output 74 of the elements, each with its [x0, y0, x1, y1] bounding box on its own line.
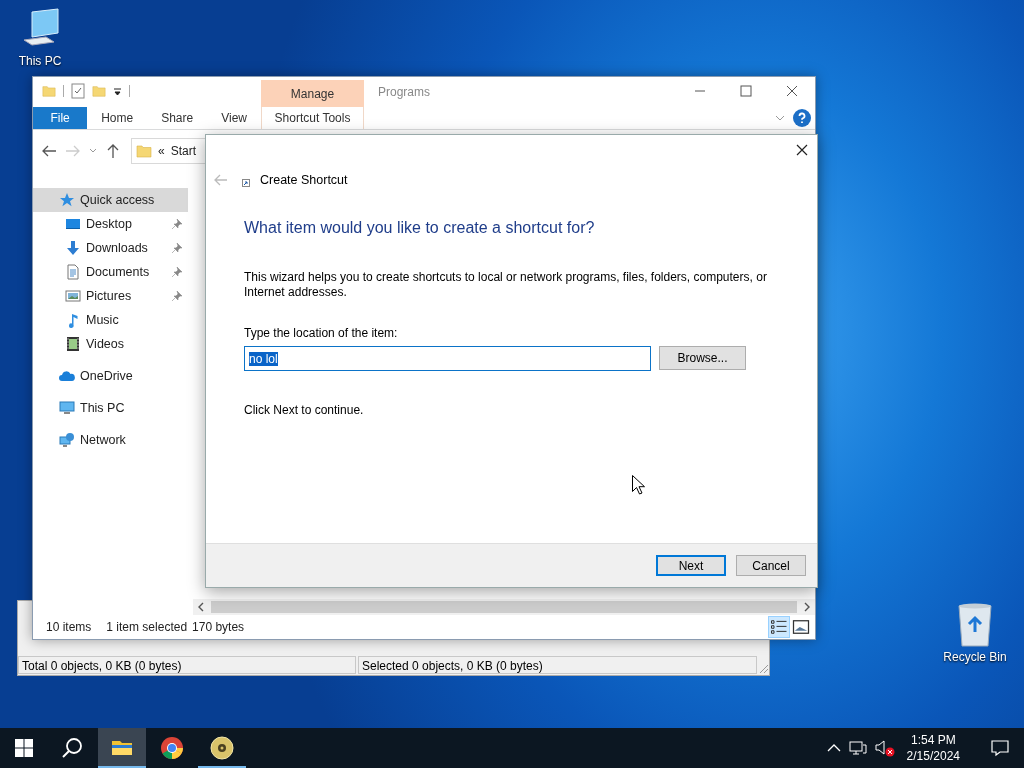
selection-status: 1 item selected: [106, 620, 188, 634]
details-view-icon[interactable]: [769, 617, 789, 637]
dialog-title: Create Shortcut: [260, 173, 348, 187]
search-icon[interactable]: [61, 737, 83, 759]
dialog-heading: What item would you like to create a shortcut for?: [244, 219, 596, 237]
sidebar-item[interactable]: Downloads: [33, 236, 188, 260]
folder-icon: [42, 84, 56, 98]
pin-icon[interactable]: [172, 243, 182, 253]
breadcrumb-overflow[interactable]: «: [158, 144, 165, 158]
sidebar-item[interactable]: Documents: [33, 260, 188, 284]
window-title: Programs: [378, 85, 430, 99]
desktop-icon-label: This PC: [18, 54, 62, 68]
location-field[interactable]: no lol: [244, 346, 651, 371]
ribbon-tab[interactable]: Share: [147, 107, 208, 129]
status-pane: Total 0 objects, 0 KB (0 bytes): [18, 656, 356, 674]
network-icon: [59, 432, 75, 448]
shortcut-arrow-icon: [242, 179, 250, 187]
monitor-icon: [59, 400, 75, 416]
speaker-icon[interactable]: [874, 739, 895, 757]
mouse-pointer-icon: [632, 475, 645, 495]
browser-icon: [160, 736, 184, 760]
sidebar-item[interactable]: Pictures: [33, 284, 188, 308]
up-arrow-icon[interactable]: [105, 143, 121, 159]
star-icon: [59, 192, 75, 208]
taskbar-button[interactable]: [98, 728, 146, 768]
hint-text: Click Next to continue.: [244, 403, 365, 418]
clock-time[interactable]: 1:54 PM: [910, 732, 956, 748]
clock-date[interactable]: 2/15/2024: [906, 748, 960, 764]
description-text: This wizard helps you to create shortcuts to local or network programs, files, folders, computers, or Internet addresses.: [244, 270, 768, 300]
windows-start-icon[interactable]: [15, 739, 33, 757]
sidebar-item[interactable]: Videos: [33, 332, 188, 356]
desktop-icon-label: Recycle Bin: [943, 650, 1007, 664]
image-icon: [65, 288, 81, 304]
browse-button[interactable]: Browse...: [659, 346, 746, 370]
sidebar-item[interactable]: Quick access: [33, 188, 188, 212]
disc-icon: [210, 736, 234, 760]
screen-icon: [65, 216, 81, 232]
tab-group-header: Manage: [261, 80, 364, 107]
folder-icon: [92, 84, 106, 98]
recent-locations-icon[interactable]: [89, 147, 97, 155]
status-pane: Selected 0 objects, 0 KB (0 bytes): [358, 656, 757, 674]
help-icon[interactable]: [793, 109, 811, 127]
ribbon-tab[interactable]: File: [33, 107, 88, 129]
cloud-icon: [59, 368, 75, 384]
sidebar-item[interactable]: Network: [33, 428, 188, 452]
item-count: 10 items: [46, 620, 92, 634]
chevron-down-icon[interactable]: [775, 114, 785, 122]
document-icon: [65, 264, 81, 280]
sidebar-item[interactable]: OneDrive: [33, 364, 188, 388]
ribbon-tab[interactable]: View: [207, 107, 261, 129]
sidebar-item[interactable]: Music: [33, 308, 188, 332]
recycle-bin-icon[interactable]: [955, 602, 995, 648]
field-label: Type the location of the item:: [244, 326, 399, 341]
pin-icon[interactable]: [172, 219, 182, 229]
down-arrow-icon: [65, 240, 81, 256]
large-icons-view-icon[interactable]: [791, 617, 811, 637]
chevron-up-icon[interactable]: [826, 743, 841, 753]
selection-size: 170 bytes: [192, 620, 245, 634]
notifications-icon[interactable]: [991, 739, 1009, 757]
sidebar-item[interactable]: This PC: [33, 396, 188, 420]
checklist-icon[interactable]: [71, 83, 85, 99]
folder-icon: [136, 142, 152, 160]
pin-icon[interactable]: [172, 267, 182, 277]
network-icon[interactable]: [848, 740, 867, 756]
pin-icon[interactable]: [172, 291, 182, 301]
breadcrumb[interactable]: Start: [170, 144, 197, 158]
back-arrow-icon[interactable]: [41, 143, 57, 159]
film-icon: [65, 336, 81, 352]
cancel-button[interactable]: Cancel: [736, 555, 806, 576]
ribbon-tab[interactable]: Home: [87, 107, 148, 129]
next-button[interactable]: Next: [656, 555, 726, 576]
dropdown-icon[interactable]: [113, 86, 122, 96]
horizontal-scrollbar[interactable]: [193, 599, 815, 615]
sidebar-item[interactable]: Desktop: [33, 212, 188, 236]
